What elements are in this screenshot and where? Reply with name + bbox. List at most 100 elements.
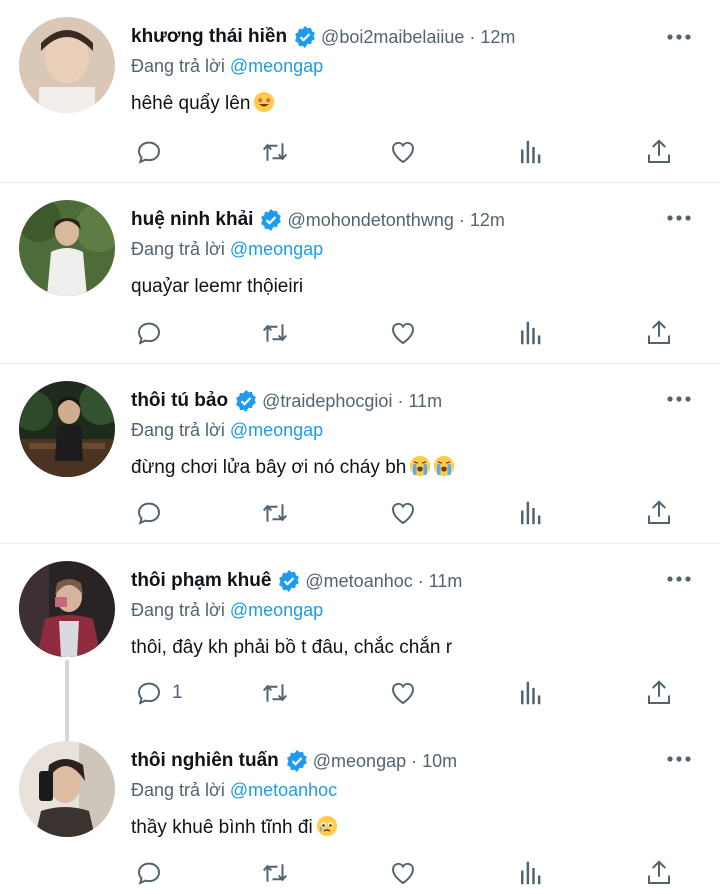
views-button[interactable] (516, 318, 546, 348)
like-button[interactable] (388, 498, 418, 528)
replying-prefix: Đang trả lời (131, 56, 225, 76)
more-icon[interactable] (666, 752, 692, 766)
replying-to-link[interactable]: @metoanhoc (230, 780, 337, 800)
views-icon (521, 501, 541, 525)
timestamp[interactable]: 12m (470, 210, 505, 231)
like-icon (391, 862, 415, 885)
more-icon[interactable] (666, 392, 692, 406)
share-button[interactable] (644, 858, 674, 888)
reply-button[interactable] (134, 318, 172, 348)
display-name[interactable]: thôi phạm khuê (131, 570, 271, 592)
share-button[interactable] (644, 498, 674, 528)
retweet-button[interactable] (260, 318, 290, 348)
reply-count: 1 (172, 682, 183, 703)
tweet-text: thôi, đây kh phải bồ t đâu, chắc chắn r (131, 637, 453, 658)
verified-badge-icon (295, 26, 315, 48)
tweet-text-body: hêhê quẩy lên (131, 93, 251, 114)
replying-to-link[interactable]: @meongap (230, 600, 323, 620)
share-button[interactable] (644, 137, 674, 167)
share-icon (648, 860, 670, 884)
reply-button[interactable]: 1 (134, 678, 183, 708)
views-button[interactable] (516, 678, 546, 708)
timestamp[interactable]: 10m (422, 751, 457, 772)
views-button[interactable] (516, 858, 546, 888)
loudly-crying-emoji (434, 456, 455, 476)
retweet-button[interactable] (260, 678, 290, 708)
separator: · (453, 209, 470, 230)
views-icon (521, 681, 541, 705)
share-button[interactable] (644, 318, 674, 348)
tweet[interactable]: huệ ninh khải @mohondetonthwng · 12m Đan… (0, 183, 720, 364)
timestamp[interactable]: 11m (429, 571, 463, 592)
reply-button[interactable] (134, 498, 172, 528)
handle[interactable]: @metoanhoc (305, 571, 412, 592)
replying-prefix: Đang trả lời (131, 239, 225, 259)
tweet[interactable]: thôi phạm khuê @metoanhoc · 11m Đang trả… (0, 544, 720, 724)
tweet-text: đừng chơi lửa bây ơi nó cháy bh (131, 456, 700, 480)
replying-to-link[interactable]: @meongap (230, 420, 323, 440)
handle[interactable]: @boi2maibelaiiue (321, 27, 464, 48)
share-button[interactable] (644, 678, 674, 708)
views-icon (521, 861, 541, 885)
more-icon[interactable] (666, 30, 692, 44)
retweet-button[interactable] (260, 137, 290, 167)
reply-button[interactable] (134, 137, 172, 167)
thread-line (65, 660, 69, 724)
handle[interactable]: @meongap (313, 751, 406, 772)
like-icon (391, 141, 415, 164)
handle[interactable]: @traidephocgioi (262, 391, 392, 412)
more-icon[interactable] (666, 211, 692, 225)
share-icon (648, 680, 670, 704)
views-button[interactable] (516, 498, 546, 528)
retweet-button[interactable] (260, 498, 290, 528)
replying-prefix: Đang trả lời (131, 780, 225, 800)
replying-to: Đang trả lời @metoanhoc (131, 776, 700, 804)
retweet-icon (262, 504, 288, 522)
verified-badge-icon (286, 750, 307, 772)
tweet[interactable]: khương thái hiền @boi2maibelaiiue · 12m … (0, 0, 720, 183)
views-icon (521, 140, 541, 164)
timestamp[interactable]: 11m (408, 391, 442, 412)
views-icon (521, 321, 541, 345)
avatar[interactable] (19, 200, 115, 296)
display-name[interactable]: huệ ninh khải (131, 209, 253, 231)
avatar[interactable] (19, 381, 115, 477)
share-icon (648, 139, 670, 163)
reply-button[interactable] (134, 858, 172, 888)
tweet-text-body: thầy khuê bình tĩnh đi (131, 817, 313, 838)
separator: · (412, 570, 429, 591)
handle[interactable]: @mohondetonthwng (287, 210, 453, 231)
replying-to: Đang trả lời @meongap (131, 596, 700, 624)
display-name[interactable]: khương thái hiền (131, 26, 287, 48)
like-button[interactable] (388, 678, 418, 708)
avatar[interactable] (19, 741, 115, 837)
retweet-icon (262, 324, 288, 342)
more-icon[interactable] (666, 572, 692, 586)
tweet[interactable]: thôi nghiên tuấn @meongap · 10m Đang trả… (0, 724, 720, 894)
like-button[interactable] (388, 318, 418, 348)
reply-icon (137, 502, 161, 525)
like-button[interactable] (388, 137, 418, 167)
display-name[interactable]: thôi nghiên tuấn (131, 750, 279, 772)
timestamp[interactable]: 12m (480, 27, 515, 48)
tweet[interactable]: thôi tú bảo @traidephocgioi · 11m Đang t… (0, 364, 720, 544)
replying-to: Đang trả lời @meongap (131, 416, 700, 444)
views-button[interactable] (516, 137, 546, 167)
display-name[interactable]: thôi tú bảo (131, 390, 228, 412)
retweet-button[interactable] (260, 858, 290, 888)
replying-to: Đang trả lời @meongap (131, 52, 700, 80)
like-button[interactable] (388, 858, 418, 888)
replying-to-link[interactable]: @meongap (230, 56, 323, 76)
avatar[interactable] (19, 561, 115, 657)
avatar[interactable] (19, 17, 115, 113)
replying-to-link[interactable]: @meongap (230, 239, 323, 259)
star-struck-emoji (254, 92, 275, 112)
reply-icon (137, 322, 161, 345)
reply-icon (137, 862, 161, 885)
thread-line (65, 724, 69, 741)
tweet-text: thầy khuê bình tĩnh đi (131, 816, 700, 840)
separator: · (392, 390, 409, 411)
verified-badge-icon (279, 570, 300, 592)
verified-badge-icon (261, 209, 282, 231)
tweet-text-body: đừng chơi lửa bây ơi nó cháy bh (131, 457, 407, 478)
